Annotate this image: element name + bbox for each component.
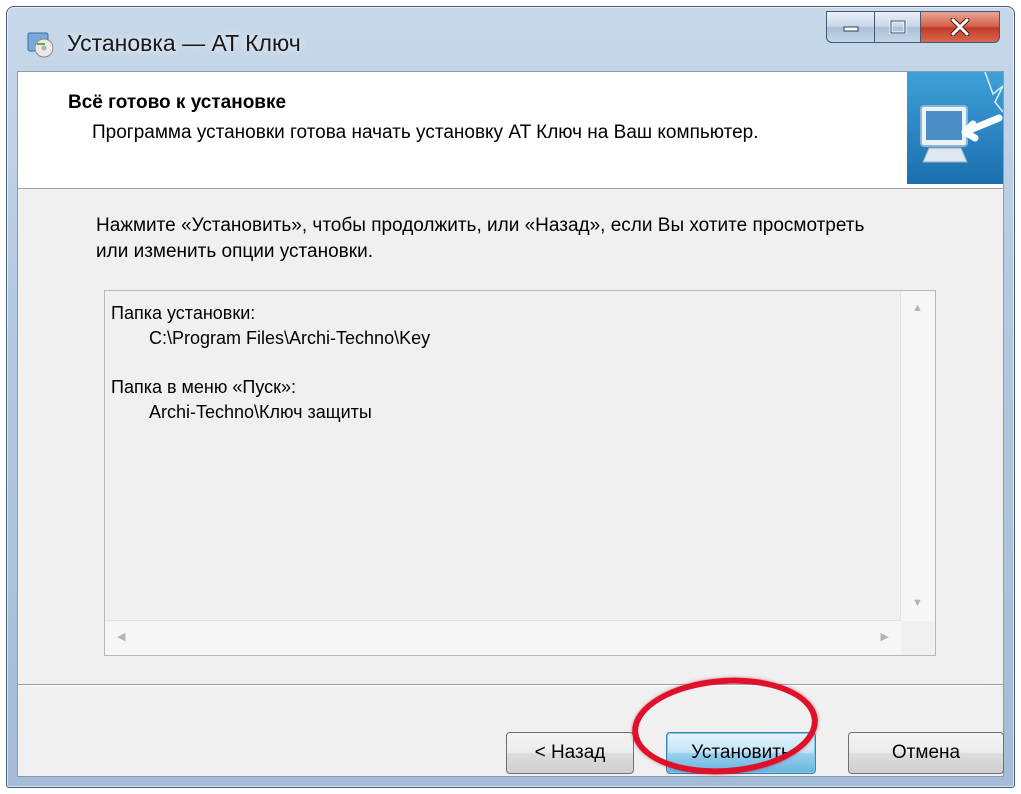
install-folder-value: C:\Program Files\Archi-Techno\Key [149,328,431,348]
close-button[interactable] [920,11,1000,43]
scroll-right-icon[interactable]: ▶ [881,632,889,643]
install-folder-label: Папка установки: [111,303,256,323]
wizard-header: Всё готово к установке Программа установ… [18,71,1004,189]
page-description: Программа установки готова начать устано… [92,122,759,143]
computer-install-arrow-icon [907,71,1004,184]
scroll-left-icon[interactable]: ◀ [117,632,125,643]
minimize-icon [843,26,858,32]
start-menu-value: Archi-Techno\Ключ защиты [149,402,372,422]
scroll-down-icon[interactable]: ▼ [912,598,923,609]
title-bar[interactable]: Установка — AT Ключ [7,7,1014,77]
dialog-client-area: Всё готово к установке Программа установ… [17,71,1004,777]
start-menu-label: Папка в меню «Пуск»: [111,377,297,397]
install-button[interactable]: Установить [666,732,816,774]
cancel-button[interactable]: Отмена [848,732,1004,774]
ready-memo[interactable]: Папка установки: C:\Program Files\Archi-… [104,290,936,656]
scroll-up-icon[interactable]: ▲ [912,303,923,314]
caption-buttons [826,11,1000,43]
window-title: Установка — AT Ключ [67,30,301,56]
back-button[interactable]: < Назад [506,732,634,774]
memo-content: Папка установки: C:\Program Files\Archi-… [111,301,430,425]
horizontal-scrollbar[interactable]: ◀ ▶ [105,620,901,655]
vertical-scrollbar[interactable]: ▲ ▼ [900,291,935,621]
footer-separator [18,684,1003,686]
minimize-button[interactable] [826,11,874,43]
instruction-text: Нажмите «Установить», чтобы продолжить, … [96,215,865,262]
installer-disc-icon[interactable] [25,29,55,59]
installer-window: Установка — AT Ключ Всё готово к установ… [6,6,1015,788]
close-icon [950,18,970,36]
page-title: Всё готово к установке [68,92,287,113]
scrollbar-corner [901,621,935,655]
maximize-button[interactable] [874,11,920,43]
maximize-icon [889,20,906,34]
